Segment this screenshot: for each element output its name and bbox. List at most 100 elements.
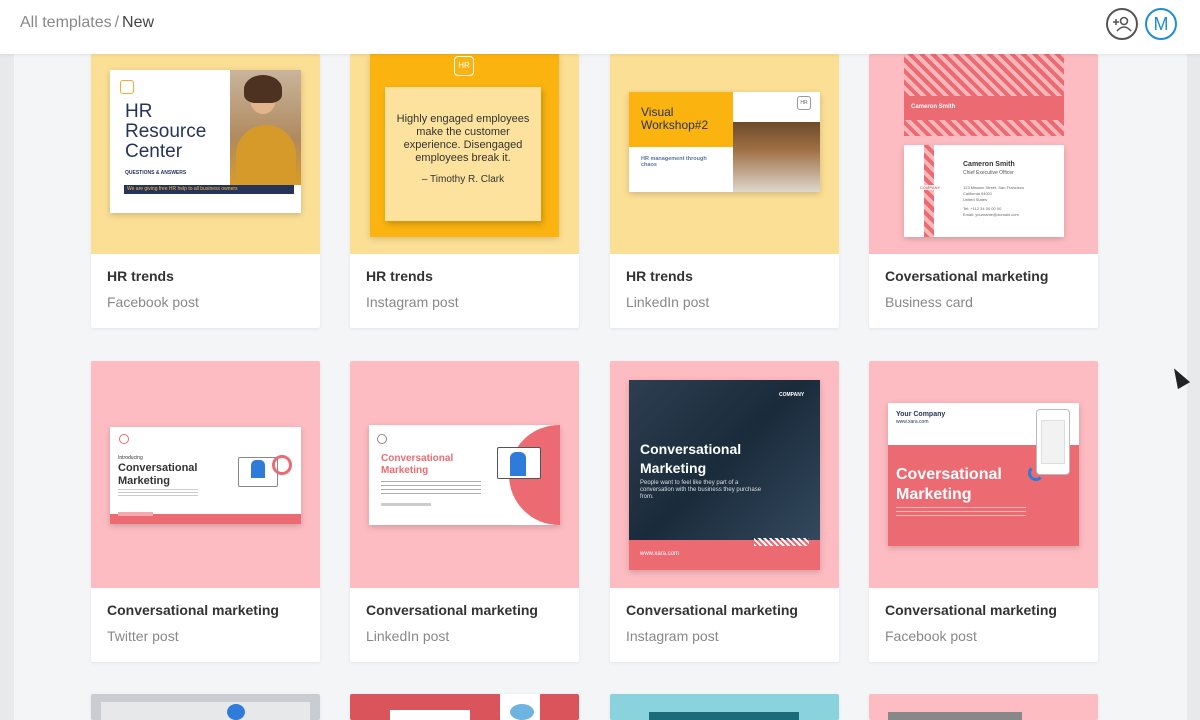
card-title: Conversational marketing	[366, 602, 538, 618]
card-meta: Conversational marketing Facebook post	[869, 588, 1098, 662]
preview-text: People want to feel like they part of a …	[640, 480, 762, 500]
card-meta: HR trends LinkedIn post	[610, 254, 839, 328]
template-card[interactable]: HR Resource Center QUESTIONS & ANSWERS W…	[91, 54, 320, 328]
preview-text: HR management through chaos	[641, 156, 707, 168]
li-preview: Conversational Marketing	[369, 425, 560, 525]
add-user-button[interactable]	[1106, 8, 1138, 40]
preview-text: www.xara.com	[896, 419, 929, 425]
template-card[interactable]: HR Highly engaged employees make the cus…	[350, 54, 579, 328]
template-thumbnail: HR Resource Center QUESTIONS & ANSWERS W…	[91, 54, 320, 254]
card-subtitle: Twitter post	[107, 628, 179, 644]
avatar-letter: M	[1153, 13, 1169, 34]
bc-back-preview: Cameron Smith	[904, 54, 1064, 136]
hr-fb-preview: HR Resource Center QUESTIONS & ANSWERS W…	[110, 70, 301, 213]
card-subtitle: LinkedIn post	[366, 628, 450, 644]
left-gutter	[0, 54, 14, 720]
preview-text: United States	[963, 197, 988, 202]
card-subtitle: Facebook post	[885, 628, 977, 644]
preview-text: Marketing	[381, 465, 429, 476]
card-meta: Conversational marketing Instagram post	[610, 588, 839, 662]
preview-text: QUESTIONS & ANSWERS	[125, 170, 187, 176]
bc-front-preview: COMPANY Cameron Smith Chief Executive Of…	[904, 145, 1064, 237]
card-subtitle: Instagram post	[626, 628, 719, 644]
template-thumbnail: HR Highly engaged employees make the cus…	[350, 54, 579, 254]
template-card[interactable]: Your Company www.xara.com Coversational …	[869, 361, 1098, 662]
hr-logo-icon	[120, 80, 134, 94]
template-thumbnail: Conversational Marketing	[350, 361, 579, 588]
template-thumbnail: Visual Workshop#2 HR management through …	[610, 54, 839, 254]
template-thumbnail	[610, 694, 839, 720]
company-logo: COMPANY	[779, 392, 805, 398]
template-card[interactable]	[350, 694, 579, 720]
woman-photo	[230, 70, 301, 185]
card-meta: Conversational marketing Twitter post	[91, 588, 320, 662]
card-title: HR trends	[626, 268, 693, 284]
preview-author: – Timothy R. Clark	[421, 174, 505, 185]
template-card[interactable]: Conversational Marketing Conversational …	[350, 361, 579, 662]
tw-preview: Introducing Conversational Marketing	[110, 427, 301, 524]
card-meta: Coversational marketing Business card	[869, 254, 1098, 328]
template-card[interactable]	[610, 694, 839, 720]
preview-text: Conversational	[118, 462, 198, 474]
preview-text: Cameron Smith	[911, 104, 956, 110]
breadcrumb-separator: /	[114, 14, 120, 31]
breadcrumb-current: New	[122, 14, 155, 31]
avatar[interactable]: M	[1145, 8, 1177, 40]
template-thumbnail	[869, 694, 1098, 720]
preview-text: Cameron Smith	[963, 161, 1015, 168]
top-bar: All templates / New M	[0, 0, 1200, 54]
hr-logo-icon: HR	[797, 96, 811, 110]
right-gutter	[1187, 54, 1200, 720]
template-thumbnail: COMPANY Conversational Marketing People …	[610, 361, 839, 588]
preview-band: We are giving free HR help to all busine…	[124, 185, 294, 194]
fb-preview: Your Company www.xara.com Coversational …	[888, 403, 1079, 546]
card-subtitle: Business card	[885, 294, 973, 310]
ig-preview: COMPANY Conversational Marketing People …	[629, 380, 820, 570]
preview-text: Marketing	[118, 475, 170, 487]
room-photo	[733, 122, 820, 192]
card-title: Conversational marketing	[626, 602, 798, 618]
card-title: HR trends	[366, 268, 433, 284]
card-subtitle: LinkedIn post	[626, 294, 710, 310]
preview-text: Coversational	[896, 466, 1002, 483]
template-thumbnail	[91, 694, 320, 720]
template-card[interactable]: Introducing Conversational Marketing Con…	[91, 361, 320, 662]
card-subtitle: Facebook post	[107, 294, 199, 310]
preview-text: Marketing	[896, 486, 972, 503]
hr-ig-preview: HR Highly engaged employees make the cus…	[370, 54, 559, 237]
illustration	[497, 447, 541, 479]
template-card[interactable]: COMPANY Conversational Marketing People …	[610, 361, 839, 662]
preview-text: Resource	[125, 121, 207, 142]
card-meta: Conversational marketing LinkedIn post	[350, 588, 579, 662]
company-logo: COMPANY	[920, 185, 941, 190]
card-title: HR trends	[107, 268, 174, 284]
card-title: Conversational marketing	[885, 602, 1057, 618]
hr-logo-icon: HR	[454, 56, 474, 76]
template-card[interactable]: Visual Workshop#2 HR management through …	[610, 54, 839, 328]
brand-icon	[377, 434, 387, 444]
hr-li-preview: Visual Workshop#2 HR management through …	[629, 92, 820, 192]
template-card[interactable]: Cameron Smith COMPANY Cameron Smith Chie…	[869, 54, 1098, 328]
template-thumbnail	[350, 694, 579, 720]
preview-text: Marketing	[640, 460, 707, 476]
card-meta: HR trends Instagram post	[350, 254, 579, 328]
preview-text: Email: yourname@domain.com	[963, 212, 1019, 217]
preview-quote: Highly engaged employees make the custom…	[396, 113, 530, 164]
card-meta: HR trends Facebook post	[91, 254, 320, 328]
template-thumbnail: Introducing Conversational Marketing	[91, 361, 320, 588]
template-card[interactable]	[91, 694, 320, 720]
preview-text: Conversational	[381, 453, 454, 464]
template-card[interactable]	[869, 694, 1098, 720]
add-user-icon	[1113, 16, 1132, 32]
breadcrumb-all-templates[interactable]: All templates	[20, 14, 112, 31]
preview-text: Workshop#2	[641, 118, 709, 132]
card-subtitle: Instagram post	[366, 294, 459, 310]
preview-text: Chief Executive Officer	[963, 170, 1014, 176]
preview-text: www.xara.com	[640, 551, 680, 557]
preview-text: Conversational	[640, 441, 742, 457]
preview-text: Your Company	[896, 411, 946, 418]
brand-icon	[119, 434, 129, 444]
preview-text: HR	[125, 101, 153, 122]
card-title: Coversational marketing	[885, 268, 1049, 284]
breadcrumb: All templates / New	[20, 14, 154, 32]
